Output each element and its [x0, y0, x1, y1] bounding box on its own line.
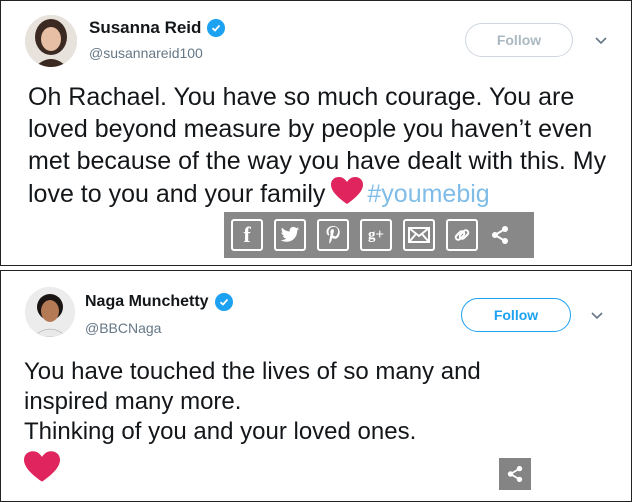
follow-button[interactable]: Follow — [461, 298, 571, 332]
tweet-text-line: inspired many more. — [24, 388, 242, 415]
facebook-share-button[interactable]: f — [227, 215, 267, 255]
display-name[interactable]: Naga Munchetty — [85, 293, 209, 311]
avatar[interactable] — [25, 15, 77, 67]
hashtag-link[interactable]: #youmebig — [367, 180, 489, 208]
tweet-text-main: Oh Rachael. You have so much courage. Yo… — [28, 83, 607, 208]
share-icon — [492, 226, 508, 244]
email-share-button[interactable] — [399, 215, 439, 255]
pinterest-icon — [317, 219, 349, 251]
user-handle[interactable]: @BBCNaga — [85, 320, 161, 336]
verified-badge-icon — [207, 19, 226, 37]
follow-button[interactable]: Follow — [465, 23, 573, 57]
share-button[interactable] — [485, 215, 515, 255]
tweet-text: You have touched the lives of so many an… — [24, 357, 624, 483]
chevron-down-icon[interactable] — [591, 312, 603, 320]
tweet-text: Oh Rachael. You have so much courage. Yo… — [28, 81, 628, 213]
tweet-card-susanna-reid: Susanna Reid @susannareid100 Follow Oh R… — [0, 0, 632, 266]
twitter-icon — [274, 219, 306, 251]
pinterest-share-button[interactable] — [313, 215, 353, 255]
link-icon — [446, 219, 478, 251]
avatar[interactable] — [25, 287, 75, 337]
heart-icon — [24, 451, 624, 483]
share-bar: f g+ — [224, 212, 534, 258]
display-name[interactable]: Susanna Reid — [89, 18, 201, 38]
share-button[interactable] — [499, 458, 531, 490]
chevron-down-icon[interactable] — [595, 37, 607, 45]
verified-badge-icon — [214, 293, 233, 311]
copy-link-button[interactable] — [442, 215, 482, 255]
facebook-icon: f — [231, 219, 263, 251]
twitter-share-button[interactable] — [270, 215, 310, 255]
heart-icon — [331, 177, 364, 213]
tweet-text-line: You have touched the lives of so many an… — [24, 358, 481, 385]
tweet-card-naga-munchetty: Naga Munchetty @BBCNaga Follow You have … — [0, 270, 632, 502]
user-handle[interactable]: @susannareid100 — [89, 45, 203, 61]
google-plus-icon: g+ — [360, 219, 392, 251]
tweet-text-line: Thinking of you and your loved ones. — [24, 418, 417, 445]
share-icon — [507, 465, 523, 483]
email-icon — [403, 219, 435, 251]
google-plus-share-button[interactable]: g+ — [356, 215, 396, 255]
